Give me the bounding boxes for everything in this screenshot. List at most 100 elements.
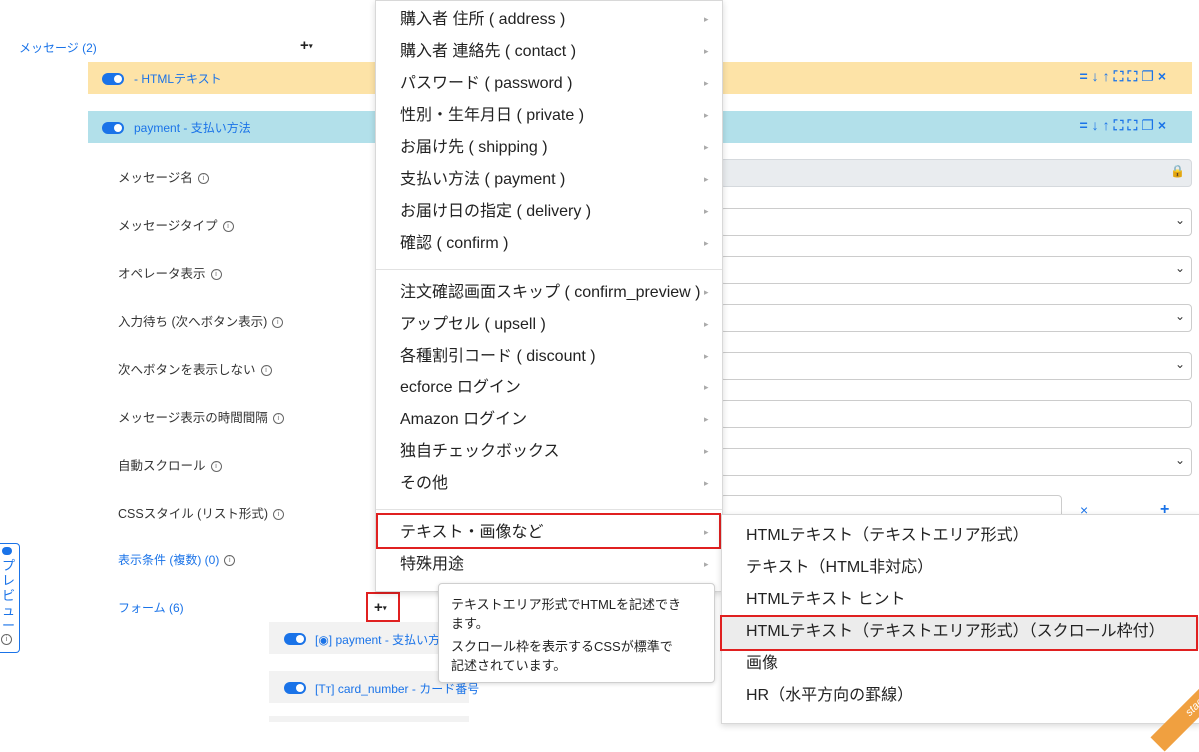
display-interval-input[interactable] bbox=[720, 400, 1192, 428]
label-text: メッセージ表示の時間間隔 bbox=[118, 411, 268, 425]
info-icon[interactable]: i bbox=[273, 509, 285, 521]
arrow-up-icon[interactable]: ↑ bbox=[1103, 117, 1114, 133]
chevron-right-icon: ▸ bbox=[704, 382, 709, 392]
arrow-up-icon[interactable]: ↑ bbox=[1103, 68, 1114, 84]
preview-tab[interactable]: プレビュー i bbox=[0, 543, 20, 653]
chevron-down-icon: ⌄ bbox=[1174, 453, 1185, 467]
chevron-right-icon: ▸ bbox=[704, 287, 709, 297]
expand-icon[interactable]: ⛶ bbox=[1127, 68, 1141, 84]
collapse-icon[interactable]: ⛶ bbox=[1114, 68, 1128, 84]
info-icon[interactable]: i bbox=[224, 555, 236, 567]
close-icon[interactable]: × bbox=[1158, 68, 1170, 84]
add-message-button[interactable]: +▾ bbox=[300, 37, 313, 54]
message-type-label: メッセージタイプ i bbox=[118, 215, 234, 234]
label-text: 次へボタンを表示しない bbox=[118, 363, 256, 377]
info-icon[interactable]: i bbox=[260, 365, 272, 377]
highlight-html-scroll bbox=[720, 615, 1198, 651]
operator-display-select[interactable]: ⌄ bbox=[720, 256, 1192, 284]
menu-item-confirm-preview[interactable]: 注文確認画面スキップ ( confirm_preview ) bbox=[400, 282, 700, 304]
label-text: 入力待ち (次へボタン表示) bbox=[118, 315, 268, 329]
message-name-label: メッセージ名 i bbox=[118, 167, 209, 186]
info-icon[interactable]: i bbox=[210, 269, 222, 281]
message-name-field[interactable]: 🔒 bbox=[720, 159, 1192, 187]
chevron-right-icon: ▸ bbox=[704, 78, 709, 88]
menu-item-discount[interactable]: 各種割引コード ( discount ) bbox=[400, 346, 596, 368]
messages-link[interactable]: メッセージ (2) bbox=[19, 39, 97, 56]
copy-icon[interactable]: ❐ bbox=[1141, 68, 1158, 84]
preview-toggle[interactable] bbox=[2, 547, 12, 555]
menu-item-address[interactable]: 購入者 住所 ( address ) bbox=[400, 9, 565, 31]
label-text: 自動スクロール bbox=[118, 459, 206, 473]
highlight-text-image bbox=[376, 513, 721, 549]
preview-label: プレビュー bbox=[2, 558, 16, 633]
menu-item-amazon-login[interactable]: Amazon ログイン bbox=[400, 409, 527, 431]
info-icon[interactable]: i bbox=[210, 461, 222, 473]
enable-toggle[interactable] bbox=[102, 122, 124, 134]
chevron-right-icon: ▸ bbox=[704, 351, 709, 361]
submenu-tooltip: テキストエリア形式でHTMLを記述でき ます。 スクロール枠を表示するCSSが標… bbox=[438, 583, 715, 683]
chevron-right-icon: ▸ bbox=[704, 46, 709, 56]
chevron-right-icon: ▸ bbox=[704, 142, 709, 152]
enable-toggle[interactable] bbox=[284, 682, 306, 694]
menu-item-delivery[interactable]: お届け日の指定 ( delivery ) bbox=[400, 201, 591, 223]
form-title: [◉] payment - 支払い方 bbox=[315, 633, 441, 647]
submenu-item-image[interactable]: 画像 bbox=[746, 653, 778, 675]
info-icon[interactable]: i bbox=[272, 413, 284, 425]
submenu-item-text-no-html[interactable]: テキスト（HTML非対応） bbox=[746, 557, 933, 579]
tooltip-line: 記述されています。 bbox=[451, 658, 567, 673]
wait-input-select[interactable]: ⌄ bbox=[720, 304, 1192, 332]
submenu-item-html-textarea[interactable]: HTMLテキスト（テキストエリア形式） bbox=[746, 525, 1029, 547]
display-interval-label: メッセージ表示の時間間隔 i bbox=[118, 407, 284, 426]
menu-item-other[interactable]: その他 bbox=[400, 473, 448, 495]
caret-down-icon: ▾ bbox=[308, 41, 313, 51]
menu-item-private[interactable]: 性別・生年月日 ( private ) bbox=[400, 105, 584, 127]
tooltip-line: ます。 bbox=[451, 616, 489, 631]
link-text: 表示条件 (複数) (0) bbox=[118, 553, 220, 567]
drag-handle-icon[interactable]: = bbox=[1079, 117, 1091, 133]
hide-next-select[interactable]: ⌄ bbox=[720, 352, 1192, 380]
label-text: メッセージタイプ bbox=[118, 219, 218, 233]
close-icon[interactable]: × bbox=[1158, 117, 1170, 133]
submenu-item-hr[interactable]: HR（水平方向の罫線） bbox=[746, 685, 913, 707]
message-type-select[interactable]: ⌄ bbox=[720, 208, 1192, 236]
collapse-icon[interactable]: ⛶ bbox=[1114, 117, 1128, 133]
chevron-right-icon: ▸ bbox=[704, 414, 709, 424]
menu-item-checkbox[interactable]: 独自チェックボックス bbox=[400, 441, 560, 463]
forms-link[interactable]: フォーム (6) bbox=[118, 599, 184, 616]
chevron-right-icon: ▸ bbox=[704, 238, 709, 248]
chevron-right-icon: ▸ bbox=[704, 446, 709, 456]
arrow-down-icon[interactable]: ↓ bbox=[1092, 68, 1103, 84]
enable-toggle[interactable] bbox=[284, 633, 306, 645]
menu-item-ecforce-login[interactable]: ecforce ログイン bbox=[400, 377, 521, 399]
plus-icon: + bbox=[300, 37, 309, 54]
menu-divider bbox=[376, 269, 722, 270]
chevron-right-icon: ▸ bbox=[704, 110, 709, 120]
info-icon[interactable]: i bbox=[222, 221, 234, 233]
auto-scroll-select[interactable]: ⌄ bbox=[720, 448, 1192, 476]
submenu-item-html-hint[interactable]: HTMLテキスト ヒント bbox=[746, 589, 906, 611]
expand-icon[interactable]: ⛶ bbox=[1127, 117, 1141, 133]
auto-scroll-label: 自動スクロール i bbox=[118, 455, 222, 474]
display-conditions-link[interactable]: 表示条件 (複数) (0) i bbox=[118, 551, 236, 568]
info-icon[interactable]: i bbox=[272, 317, 284, 329]
label-text: メッセージ名 bbox=[118, 171, 193, 185]
enable-toggle[interactable] bbox=[102, 73, 124, 85]
menu-item-password[interactable]: パスワード ( password ) bbox=[400, 73, 572, 95]
menu-item-contact[interactable]: 購入者 連絡先 ( contact ) bbox=[400, 41, 576, 63]
arrow-down-icon[interactable]: ↓ bbox=[1092, 117, 1103, 133]
chevron-right-icon: ▸ bbox=[704, 478, 709, 488]
menu-item-upsell[interactable]: アップセル ( upsell ) bbox=[400, 314, 546, 336]
menu-item-confirm[interactable]: 確認 ( confirm ) bbox=[400, 233, 508, 255]
menu-divider bbox=[376, 509, 722, 510]
form-row-partial bbox=[269, 716, 469, 722]
info-icon[interactable]: i bbox=[1, 634, 12, 645]
menu-item-special[interactable]: 特殊用途 bbox=[400, 554, 464, 576]
copy-icon[interactable]: ❐ bbox=[1141, 117, 1158, 133]
menu-item-payment[interactable]: 支払い方法 ( payment ) bbox=[400, 169, 565, 191]
info-icon[interactable]: i bbox=[197, 173, 209, 185]
drag-handle-icon[interactable]: = bbox=[1079, 68, 1091, 84]
chevron-down-icon: ⌄ bbox=[1174, 357, 1185, 371]
tooltip-line: テキストエリア形式でHTMLを記述でき bbox=[451, 597, 681, 612]
menu-item-shipping[interactable]: お届け先 ( shipping ) bbox=[400, 137, 548, 159]
chevron-right-icon: ▸ bbox=[704, 319, 709, 329]
